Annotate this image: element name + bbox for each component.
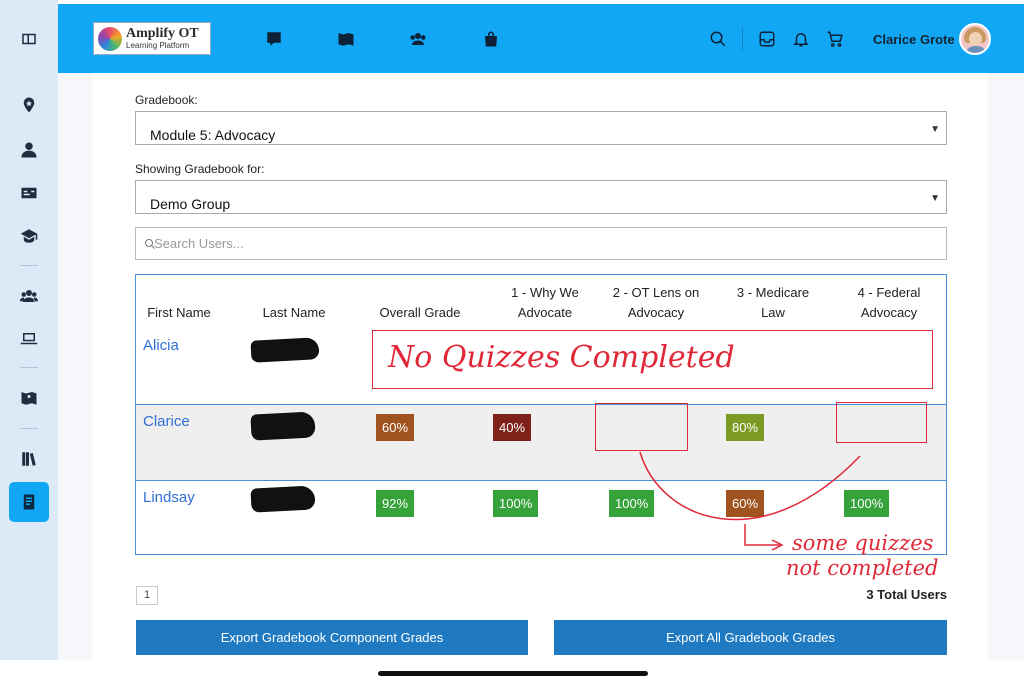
home-indicator: [378, 671, 648, 676]
map-icon[interactable]: [10, 379, 48, 417]
redacted-last-name: [250, 337, 320, 363]
header-quiz-1[interactable]: 1 - Why We Advocate: [500, 283, 590, 323]
grade-badge: 92%: [376, 490, 415, 517]
search-icon[interactable]: [708, 29, 728, 49]
pagination-page[interactable]: 1: [136, 586, 158, 605]
header-last-name[interactable]: Last Name: [248, 303, 340, 323]
header-quiz-3[interactable]: 3 - Medicare Law: [726, 283, 820, 323]
group-label: Showing Gradebook for:: [135, 162, 265, 176]
inbox-icon[interactable]: [757, 29, 777, 49]
redacted-last-name: [250, 485, 316, 513]
logo-mark-icon: [98, 26, 122, 51]
page-gutter-left: [58, 73, 92, 660]
gradebook-label: Gradebook:: [135, 93, 198, 107]
table-row: Clarice 60% 40% 80%: [136, 405, 946, 480]
export-component-grades-button[interactable]: Export Gradebook Component Grades: [136, 620, 528, 655]
sidebar-divider: [20, 367, 38, 368]
chat-star-icon[interactable]: [264, 29, 284, 49]
header-quiz-2[interactable]: 2 - OT Lens on Advocacy: [606, 283, 706, 323]
caret-down-icon: ▼: [930, 124, 940, 135]
grade-badge: 40%: [493, 414, 532, 441]
left-sidebar: [0, 0, 58, 660]
grade-badge: 100%: [844, 490, 890, 517]
grade-badge: 100%: [609, 490, 655, 517]
logo-subtitle: Learning Platform: [126, 41, 190, 50]
header-quiz-4[interactable]: 4 - Federal Advocacy: [848, 283, 930, 323]
sidebar-divider: [20, 428, 38, 429]
total-users: 3 Total Users: [866, 587, 947, 602]
top-bar: Amplify OT Learning Platform Clarice Gro…: [58, 4, 1024, 73]
sidebar-toggle-icon[interactable]: [10, 20, 48, 58]
topbar-divider: [742, 27, 743, 51]
avatar[interactable]: [959, 23, 991, 55]
annotation-box-missing-quiz: [595, 403, 688, 451]
annotation-not-completed: not completed: [786, 556, 939, 580]
laptop-icon[interactable]: [10, 320, 48, 358]
bell-icon[interactable]: [791, 29, 811, 49]
grade-badge: 80%: [726, 414, 765, 441]
search-users-input[interactable]: [135, 227, 947, 260]
redacted-last-name: [250, 411, 316, 441]
sidebar-divider: [20, 265, 38, 266]
gradebook-select-value: Module 5: Advocacy: [150, 127, 276, 143]
search-icon: [144, 237, 156, 249]
grade-badge: 60%: [376, 414, 415, 441]
gradebook-select[interactable]: Module 5: Advocacy ▼: [135, 111, 947, 145]
group-select[interactable]: Demo Group ▼: [135, 180, 947, 214]
shopping-bag-icon[interactable]: [481, 29, 501, 49]
gradebook-icon[interactable]: [9, 482, 49, 522]
group-icon[interactable]: [10, 277, 48, 315]
map-icon[interactable]: [336, 29, 356, 49]
caret-down-icon: ▼: [930, 193, 940, 204]
user-name[interactable]: Clarice Grote: [873, 32, 955, 47]
student-first-name[interactable]: Lindsay: [143, 489, 195, 506]
grade-badge: 100%: [493, 490, 539, 517]
page-gutter-right: [988, 73, 1024, 660]
annotation-box-missing-quiz: [836, 402, 927, 443]
header-first-name[interactable]: First Name: [136, 303, 222, 323]
logo[interactable]: Amplify OT Learning Platform: [93, 22, 211, 55]
graduation-cap-icon[interactable]: [10, 217, 48, 255]
group-select-value: Demo Group: [150, 196, 231, 212]
student-first-name[interactable]: Alicia: [143, 337, 179, 354]
cart-icon[interactable]: [825, 29, 845, 49]
annotation-no-quizzes: No Quizzes Completed: [388, 340, 735, 375]
gradebook-table: First Name Last Name Overall Grade 1 - W…: [135, 274, 947, 555]
grade-badge: 60%: [726, 490, 765, 517]
logo-title: Amplify OT: [126, 26, 199, 41]
export-all-grades-button[interactable]: Export All Gradebook Grades: [554, 620, 947, 655]
header-overall-grade[interactable]: Overall Grade: [364, 303, 476, 323]
books-icon[interactable]: [10, 440, 48, 478]
student-first-name[interactable]: Clarice: [143, 413, 190, 430]
annotation-some-quizzes: some quizzes: [792, 531, 934, 555]
user-icon[interactable]: [10, 131, 48, 169]
group-icon[interactable]: [408, 29, 428, 49]
location-pin-icon[interactable]: [10, 86, 48, 124]
id-card-icon[interactable]: [10, 174, 48, 212]
